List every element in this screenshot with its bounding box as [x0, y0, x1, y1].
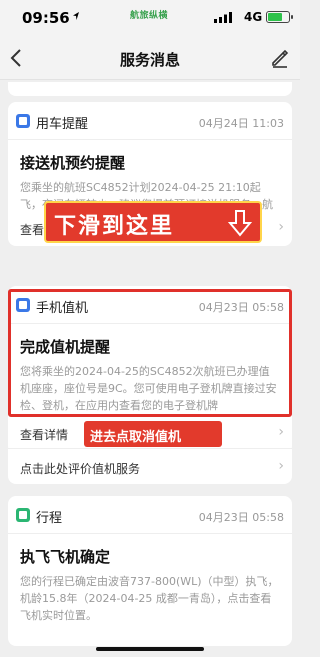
battery-fill	[268, 13, 283, 21]
car-icon	[16, 114, 30, 128]
status-app-label: 航旅纵横	[130, 11, 169, 21]
card-title: 执飞飞机确定	[20, 548, 111, 566]
phone-icon	[16, 298, 30, 312]
card-date: 04月24日 11:03	[198, 117, 284, 130]
chevron-right-icon: ›	[278, 219, 284, 235]
card-title: 接送机预约提醒	[20, 154, 126, 172]
rate-checkin-link[interactable]: 点击此处评价值机服务 ›	[8, 448, 292, 484]
edit-icon[interactable]	[270, 48, 290, 68]
card-date: 04月23日 05:58	[198, 511, 284, 524]
home-indicator	[96, 647, 204, 651]
view-details-label: 查看详情	[20, 428, 69, 442]
card-category: 行程	[36, 511, 63, 526]
chevron-right-icon: ›	[278, 424, 284, 440]
card-header: 行程 04月23日 05:58	[8, 496, 292, 534]
page-title: 服务消息	[119, 51, 180, 69]
previous-card-edge	[8, 82, 292, 96]
annotation-tip-text: 进去点取消值机	[90, 430, 182, 445]
rate-checkin-label: 点击此处评价值机服务	[20, 462, 141, 476]
card-category: 手机值机	[36, 301, 89, 316]
battery-icon	[266, 11, 293, 23]
card-title: 完成值机提醒	[20, 338, 111, 356]
annotation-banner: 下滑到这里	[44, 201, 262, 243]
chevron-right-icon: ›	[278, 458, 284, 474]
rate-checkin-row[interactable]: 点击此处评价值机服务 ›	[8, 448, 292, 484]
network-type: 4G	[244, 10, 263, 24]
signal-icon	[214, 12, 232, 23]
itinerary-icon	[16, 508, 30, 522]
annotation-banner-text: 下滑到这里	[54, 214, 175, 239]
location-arrow-icon	[73, 12, 79, 20]
card-header: 用车提醒 04月24日 11:03	[8, 102, 292, 140]
nav-bar: 服务消息	[0, 36, 300, 80]
card-header: 手机值机 04月23日 05:58	[8, 286, 292, 324]
card-body: 您将乘坐的2024-04-25的SC4852次航班已办理值机座座，座位号是9C。…	[20, 365, 277, 412]
card-category: 用车提醒	[36, 117, 89, 132]
card-date: 04月23日 05:58	[198, 301, 284, 314]
message-card-trip[interactable]: 行程 04月23日 05:58 执飞飞机确定 您的行程已确定由波音737-800…	[8, 496, 292, 646]
status-time: 09:56	[22, 9, 70, 27]
annotation-tip: 进去点取消值机	[84, 421, 222, 447]
card-body: 您的行程已确定由波音737-800(WL)（中型）执飞，机龄15.8年（2024…	[20, 575, 279, 622]
status-bar: 09:56 航旅纵横 4G	[0, 0, 300, 36]
down-arrow-icon	[228, 210, 252, 237]
